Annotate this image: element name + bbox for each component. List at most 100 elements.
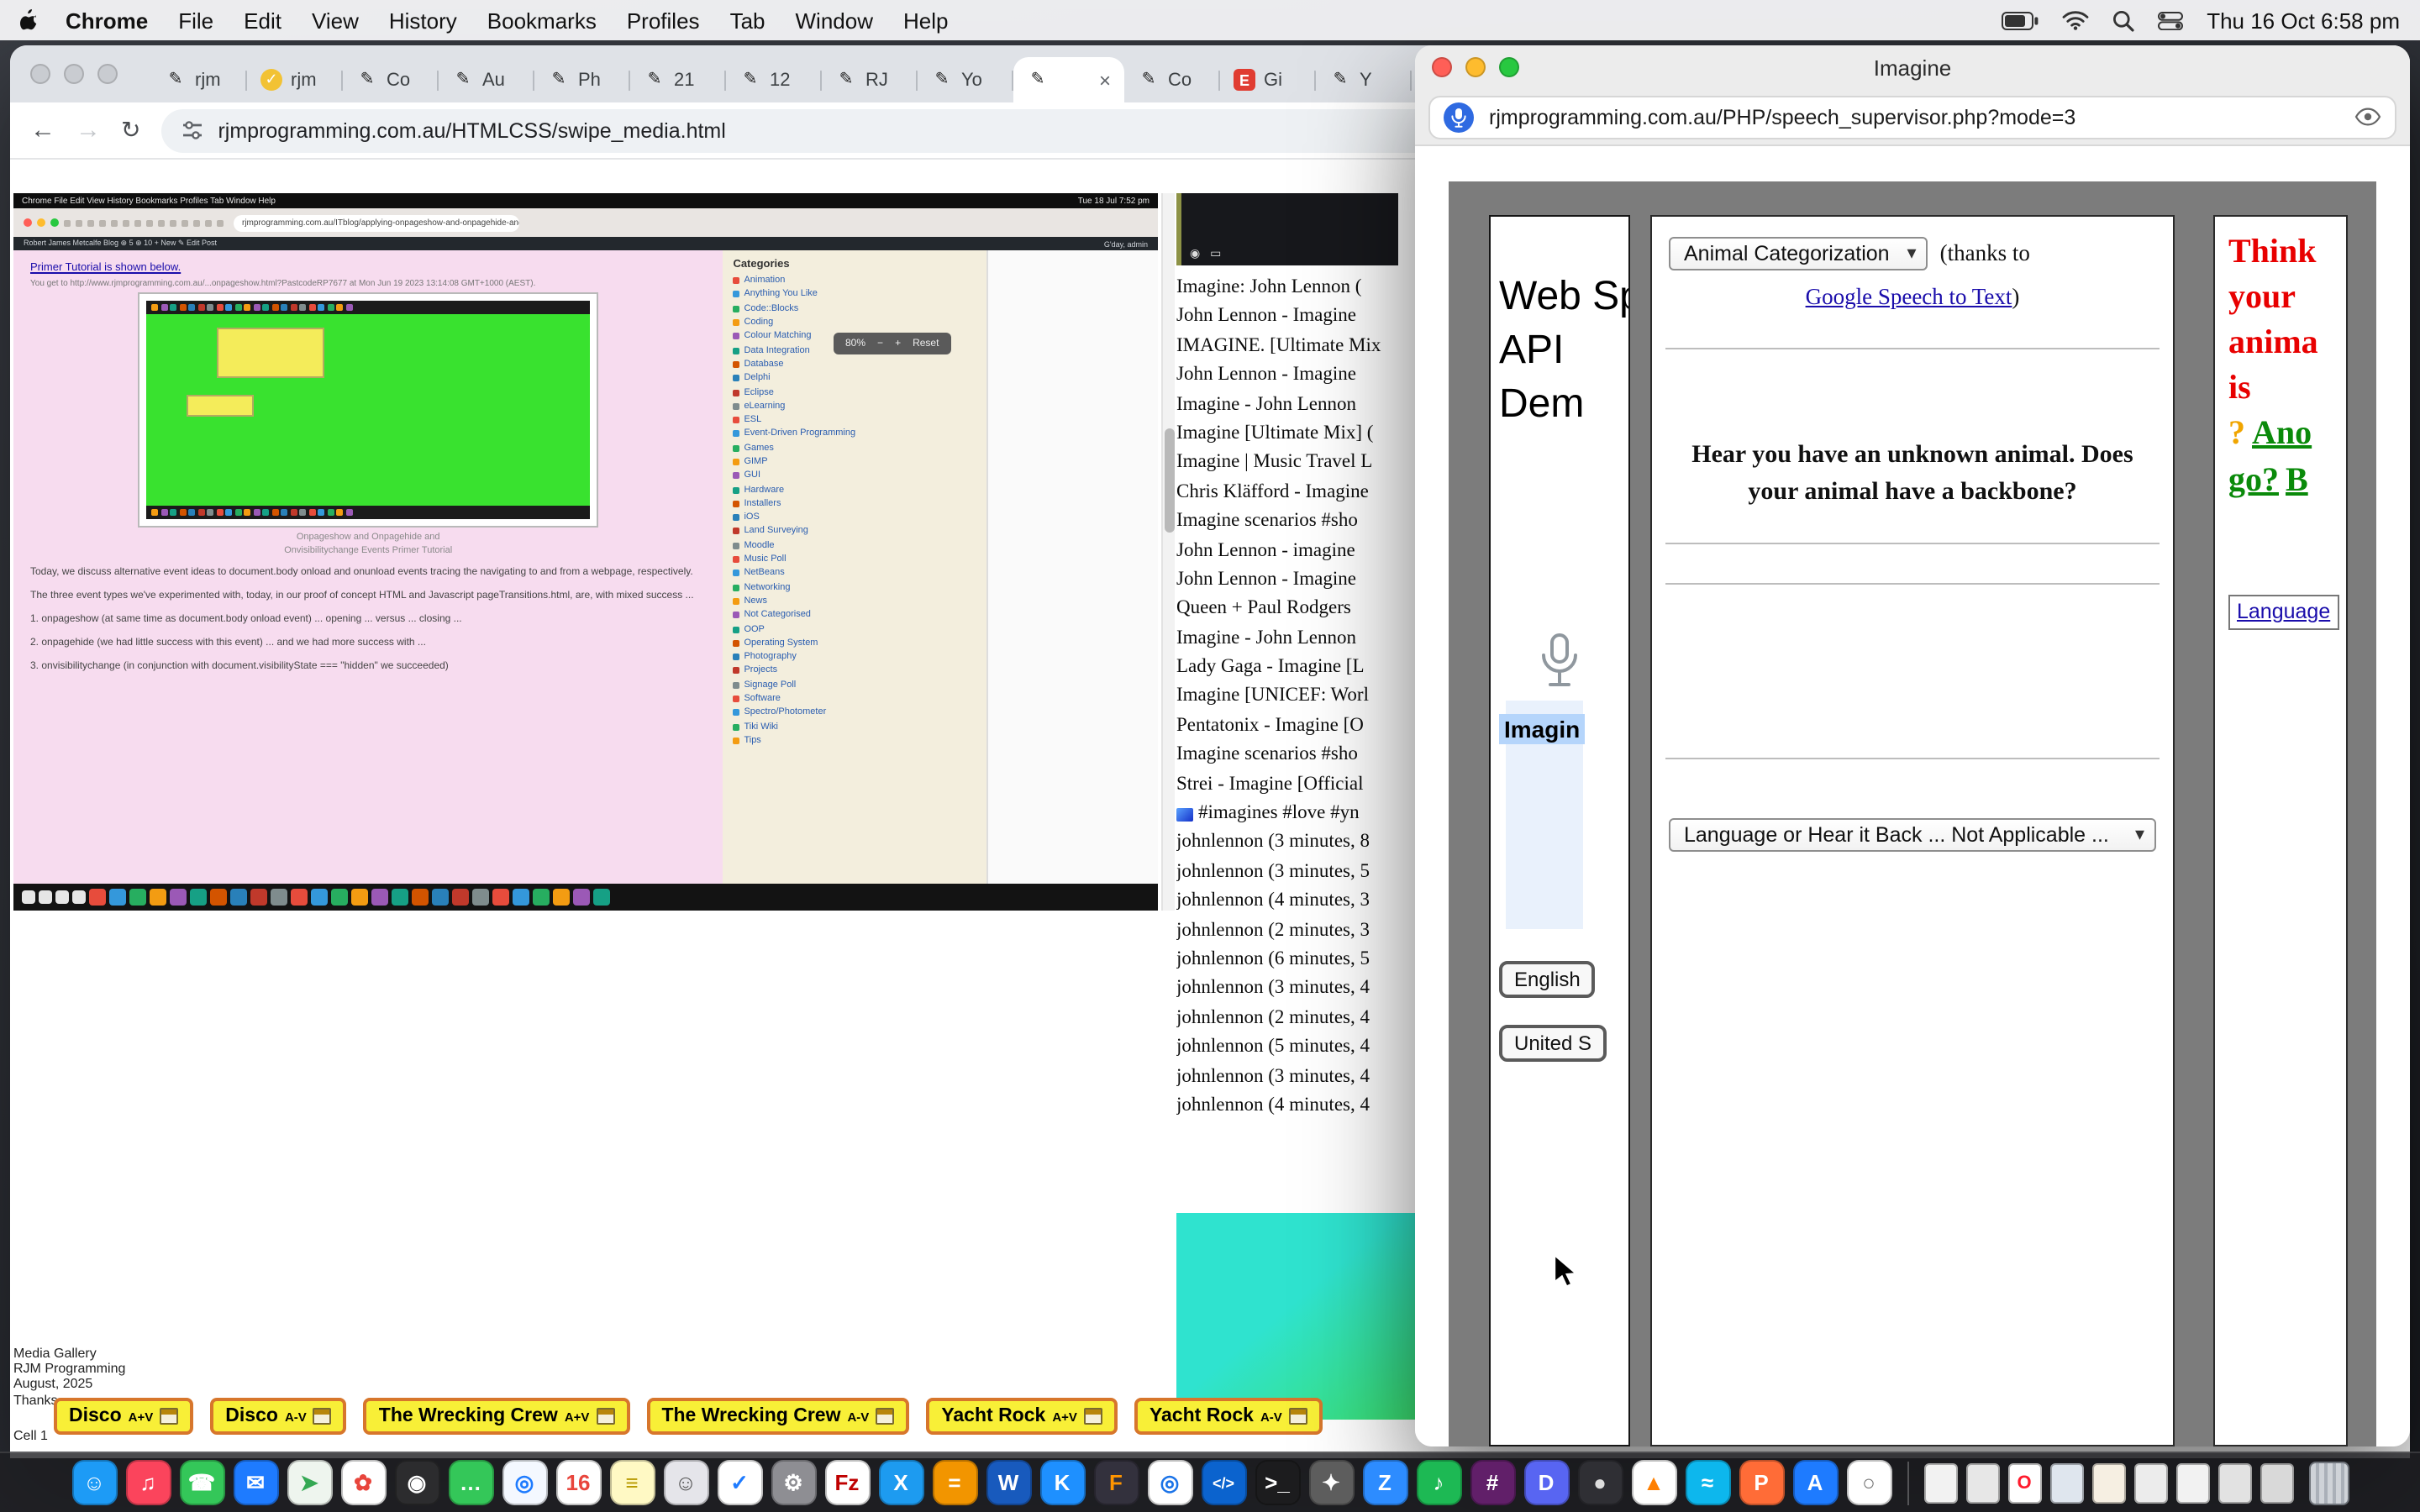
category-item[interactable]: Animation xyxy=(733,274,976,288)
dock-facetime[interactable]: ☎ xyxy=(179,1460,224,1505)
dock-filezilla[interactable]: Fz xyxy=(824,1460,870,1505)
category-item[interactable]: News xyxy=(733,595,976,609)
category-item[interactable]: Photography xyxy=(733,650,976,664)
media-list-item[interactable]: johnlennon (2 minutes, 4 xyxy=(1176,1005,1398,1034)
zoom-out-button[interactable]: − xyxy=(877,339,883,349)
browser-tab[interactable]: ✎Ph xyxy=(534,57,630,102)
browser-tab[interactable]: ✎× xyxy=(1013,57,1124,102)
browser-tab[interactable]: ✎Y xyxy=(1316,57,1412,102)
category-item[interactable]: GUI xyxy=(733,469,976,483)
media-list-item[interactable]: John Lennon - imagine xyxy=(1176,537,1398,566)
menubar-menu-window[interactable]: Window xyxy=(796,8,874,33)
gallery-button-disco-a-v[interactable]: DiscoA-V xyxy=(210,1398,347,1435)
browser-tab[interactable]: EGi xyxy=(1220,57,1316,102)
back-link[interactable]: B xyxy=(2286,462,2308,499)
battery-icon[interactable] xyxy=(2002,11,2039,29)
active-app-name[interactable]: Chrome xyxy=(66,8,148,33)
forward-button[interactable]: → xyxy=(76,116,101,144)
menubar-menu-tab[interactable]: Tab xyxy=(730,8,765,33)
category-item[interactable]: Hardware xyxy=(733,483,976,497)
media-list-item[interactable]: Imagine scenarios #sho xyxy=(1176,507,1398,537)
media-list-item[interactable]: johnlennon (3 minutes, 4 xyxy=(1176,975,1398,1005)
browser-tab[interactable]: ✎Au xyxy=(439,57,534,102)
gallery-button-yacht-rock-a-v[interactable]: Yacht RockA+V xyxy=(926,1398,1118,1435)
zoom-window-button[interactable] xyxy=(1499,57,1519,77)
another-go-link[interactable]: Ano xyxy=(2252,415,2312,452)
dock-chrome[interactable]: ◎ xyxy=(1147,1460,1192,1505)
dock-slack[interactable]: # xyxy=(1470,1460,1515,1505)
category-item[interactable]: Software xyxy=(733,692,976,706)
media-green-panel[interactable] xyxy=(1176,1213,1428,1420)
playback-select[interactable]: Language or Hear it Back ... Not Applica… xyxy=(1669,818,2156,852)
category-item[interactable]: Operating System xyxy=(733,636,976,650)
category-item[interactable]: Delphi xyxy=(733,371,976,386)
dock-gimp[interactable]: ✦ xyxy=(1308,1460,1354,1505)
category-item[interactable]: Signage Poll xyxy=(733,678,976,692)
dock-postman[interactable]: P xyxy=(1739,1460,1784,1505)
category-item[interactable]: Spectro/Photometer xyxy=(733,706,976,720)
gallery-button-the-wrecking-crew-a-v[interactable]: The Wrecking CrewA-V xyxy=(646,1398,909,1435)
browser-tab[interactable]: ✎RJ xyxy=(822,57,918,102)
media-list-item[interactable]: Lady Gaga - Imagine [L xyxy=(1176,654,1398,683)
language-link[interactable]: Language xyxy=(2237,600,2330,623)
dock-mail[interactable]: ✉ xyxy=(233,1460,278,1505)
dock-spotify[interactable]: ♪ xyxy=(1416,1460,1461,1505)
dock-preview[interactable]: ○ xyxy=(1846,1460,1891,1505)
category-item[interactable]: Event-Driven Programming xyxy=(733,428,976,442)
category-item[interactable]: Coding xyxy=(733,316,976,330)
category-item[interactable]: Anything You Like xyxy=(733,288,976,302)
reload-button[interactable]: ↻ xyxy=(121,116,140,144)
gallery-button-the-wrecking-crew-a-v[interactable]: The Wrecking CrewA+V xyxy=(364,1398,630,1435)
category-item[interactable]: Installers xyxy=(733,497,976,512)
media-list-item[interactable]: Imagine - John Lennon xyxy=(1176,391,1398,420)
language-button[interactable]: English xyxy=(1499,961,1596,998)
menubar-menu-file[interactable]: File xyxy=(178,8,213,33)
eye-icon[interactable] xyxy=(2354,108,2381,126)
back-button[interactable]: ← xyxy=(30,116,55,144)
category-item[interactable]: NetBeans xyxy=(733,566,976,580)
media-list-item[interactable]: IMAGINE. [Ultimate Mix xyxy=(1176,333,1398,362)
media-list-item[interactable]: #imagines #love #yn xyxy=(1176,800,1398,829)
category-item[interactable]: ESL xyxy=(733,413,976,428)
recognized-word[interactable]: Imagin xyxy=(1499,714,1585,744)
menubar-menu-bookmarks[interactable]: Bookmarks xyxy=(487,8,597,33)
minimized-window-6[interactable] xyxy=(2133,1462,2167,1503)
dock-zoom[interactable]: Z xyxy=(1362,1460,1407,1505)
gallery-button-yacht-rock-a-v[interactable]: Yacht RockA-V xyxy=(1134,1398,1323,1435)
zoom-window-button[interactable] xyxy=(97,64,118,84)
media-list-item[interactable]: johnlennon (4 minutes, 4 xyxy=(1176,1092,1398,1121)
dock-photo-booth[interactable]: ◉ xyxy=(394,1460,439,1505)
category-select[interactable]: Animal Categorization xyxy=(1669,237,1928,270)
media-list-item[interactable]: John Lennon - Imagine xyxy=(1176,361,1398,391)
wifi-icon[interactable] xyxy=(2062,10,2089,30)
media-list-item[interactable]: johnlennon (3 minutes, 8 xyxy=(1176,829,1398,858)
media-list-item[interactable]: johnlennon (6 minutes, 5 xyxy=(1176,946,1398,975)
minimized-window-9[interactable] xyxy=(2260,1462,2293,1503)
category-item[interactable]: Tiki Wiki xyxy=(733,720,976,734)
minimized-window-8[interactable] xyxy=(2217,1462,2251,1503)
category-item[interactable]: Projects xyxy=(733,664,976,679)
trash-icon[interactable] xyxy=(2308,1461,2349,1504)
media-list-item[interactable]: johnlennon (5 minutes, 4 xyxy=(1176,1033,1398,1063)
dock-firefox[interactable]: F xyxy=(1093,1460,1139,1505)
close-window-button[interactable] xyxy=(1432,57,1452,77)
minimize-window-button[interactable] xyxy=(64,64,84,84)
dock-music[interactable]: ♫ xyxy=(125,1460,171,1505)
media-list-item[interactable]: Imagine: John Lennon ( xyxy=(1176,274,1398,303)
dialect-button[interactable]: United S xyxy=(1499,1025,1607,1062)
browser-tab[interactable]: ✎21 xyxy=(630,57,726,102)
dock-notes[interactable]: ≡ xyxy=(609,1460,655,1505)
category-item[interactable]: Networking xyxy=(733,580,976,595)
category-item[interactable]: Eclipse xyxy=(733,386,976,400)
gallery-button-disco-a-v[interactable]: DiscoA+V xyxy=(54,1398,193,1435)
zoom-reset-button[interactable]: Reset xyxy=(913,339,939,349)
media-list-item[interactable]: Imagine - John Lennon xyxy=(1176,624,1398,654)
dock-messages[interactable]: … xyxy=(448,1460,493,1505)
category-item[interactable]: Not Categorised xyxy=(733,608,976,622)
search-icon[interactable] xyxy=(2112,9,2134,31)
media-list-item[interactable]: Imagine [Ultimate Mix] ( xyxy=(1176,420,1398,449)
dock-contacts[interactable]: ☺ xyxy=(663,1460,708,1505)
page-scrollbar[interactable] xyxy=(1161,193,1175,911)
minimized-window-3[interactable]: O xyxy=(2007,1462,2041,1503)
dock-maps[interactable]: ➤ xyxy=(287,1460,332,1505)
